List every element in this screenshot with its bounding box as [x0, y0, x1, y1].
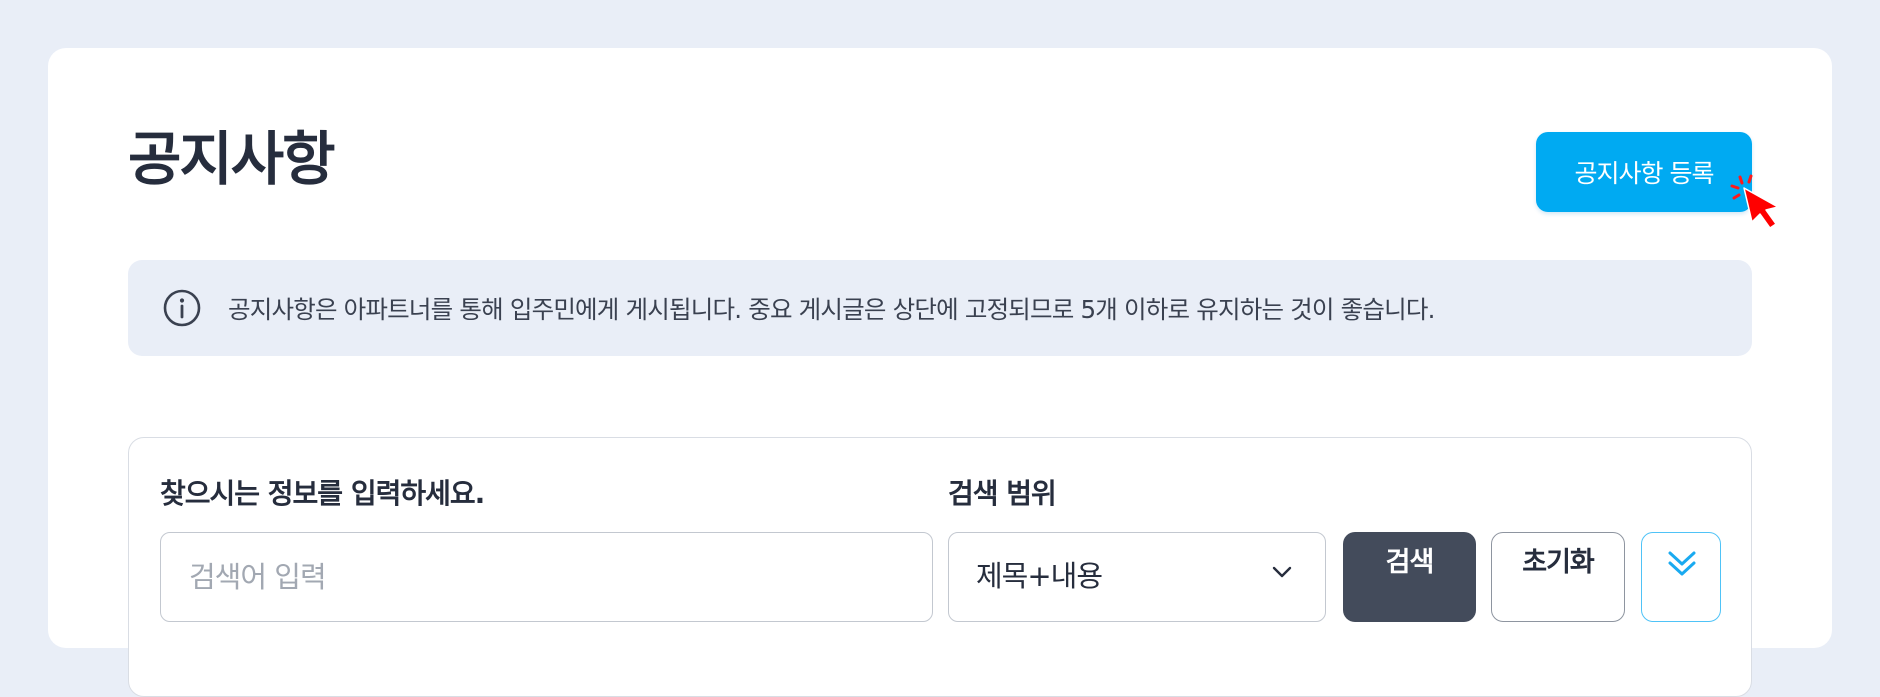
pointer-cursor-icon	[1730, 174, 1779, 229]
search-input[interactable]	[160, 532, 933, 622]
page-title: 공지사항	[128, 125, 335, 193]
keyword-label: 찾으시는 정보를 입력하세요.	[160, 477, 485, 510]
notice-card: 공지사항 공지사항 등록 공지사항은 아파트너를 통해 입주민에게 게시됩니다.…	[48, 48, 1832, 697]
search-panel: 찾으시는 정보를 입력하세요. 검색 범위 제목+내용 검색 초기화	[128, 437, 1752, 697]
chevron-down-icon	[1272, 566, 1292, 578]
register-notice-button[interactable]: 공지사항 등록	[1536, 132, 1752, 212]
info-banner: 공지사항은 아파트너를 통해 입주민에게 게시됩니다. 중요 게시글은 상단에 …	[128, 260, 1752, 356]
scope-label: 검색 범위	[948, 477, 1057, 510]
info-circle-icon	[163, 289, 201, 327]
search-button[interactable]: 검색	[1343, 532, 1476, 622]
info-message: 공지사항은 아파트너를 통해 입주민에게 게시됩니다. 중요 게시글은 상단에 …	[228, 294, 1435, 324]
expand-filters-button[interactable]	[1641, 532, 1721, 622]
scope-selected-value: 제목+내용	[976, 559, 1103, 593]
reset-button[interactable]: 초기화	[1491, 532, 1625, 622]
double-chevron-down-icon	[1668, 551, 1696, 576]
search-scope-select[interactable]: 제목+내용	[948, 532, 1326, 622]
